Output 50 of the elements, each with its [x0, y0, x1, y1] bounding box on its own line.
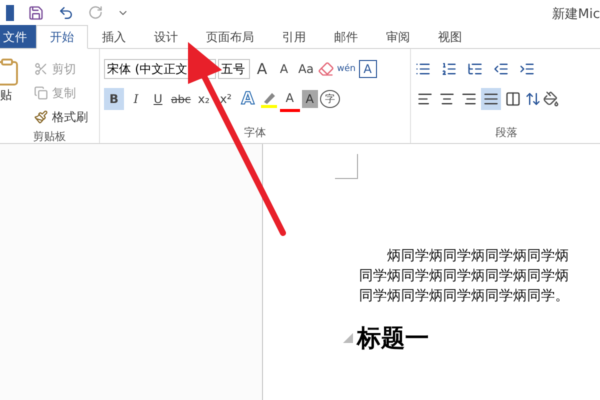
- shrink-button[interactable]: A: [274, 58, 294, 80]
- undo-icon: [58, 4, 74, 20]
- group-label: 字体: [243, 125, 267, 141]
- shaded-button[interactable]: A: [302, 90, 318, 108]
- painter-button[interactable]: 格式刷: [34, 105, 88, 129]
- bullet-list-icon: [415, 61, 431, 77]
- paragraph-line: 同学炳同学炳同学炳同学炳同学。: [359, 287, 570, 306]
- margin-mark: [335, 154, 358, 179]
- align-button[interactable]: [481, 88, 501, 110]
- boxed-button[interactable]: A: [358, 60, 377, 78]
- circled-button[interactable]: 字: [320, 90, 340, 108]
- save-icon: [28, 4, 44, 20]
- grow-button[interactable]: A: [252, 58, 272, 80]
- line-spacing-icon: [525, 91, 541, 107]
- align-center-icon: [439, 91, 455, 107]
- decrease-indent-icon: [493, 61, 509, 77]
- paragraph-line: 同学炳同学炳同学炳同学炳同学炳: [359, 267, 570, 286]
- font-size-field[interactable]: 五号: [218, 59, 250, 79]
- shading-icon: [543, 91, 559, 107]
- pinyin-button[interactable]: wén: [336, 58, 357, 80]
- italic-button[interactable]: I: [126, 88, 146, 110]
- window-title: 新建Mic: [552, 6, 600, 23]
- copy-icon: [34, 86, 48, 100]
- cut-icon: [34, 62, 48, 76]
- sup-button[interactable]: x²: [216, 88, 236, 110]
- case-button[interactable]: Aa: [296, 58, 316, 80]
- align-right-icon: [461, 91, 477, 107]
- increase-indent-icon: [519, 61, 535, 77]
- collapse-icon: [343, 333, 353, 343]
- group-label: 剪贴板: [32, 129, 67, 144]
- strike-button[interactable]: abc: [170, 88, 192, 110]
- align-justify-icon: [483, 91, 499, 107]
- bold-button[interactable]: B: [104, 88, 124, 110]
- group-label: 段落: [494, 125, 518, 141]
- numbered-list-icon: [441, 61, 457, 77]
- app-logo-icon: [6, 4, 14, 20]
- effect-button[interactable]: A: [238, 88, 258, 110]
- heading: 标题一: [357, 322, 429, 354]
- underline-button[interactable]: U: [148, 88, 168, 110]
- eraser-icon: [318, 61, 334, 77]
- align-distributed-icon: [505, 91, 521, 107]
- paste-button[interactable]: 贴: [0, 87, 12, 104]
- painter-icon: [34, 110, 48, 124]
- redo-icon: [88, 5, 103, 20]
- align-left-icon: [417, 91, 433, 107]
- ribbon-tab[interactable]: 开始: [36, 25, 88, 49]
- paragraph-line: 炳同学炳同学炳同学炳同学炳: [386, 247, 570, 266]
- file-tab[interactable]: 文件: [0, 25, 36, 48]
- multilevel-list-icon: [467, 61, 483, 77]
- sub-button[interactable]: x₂: [194, 88, 214, 110]
